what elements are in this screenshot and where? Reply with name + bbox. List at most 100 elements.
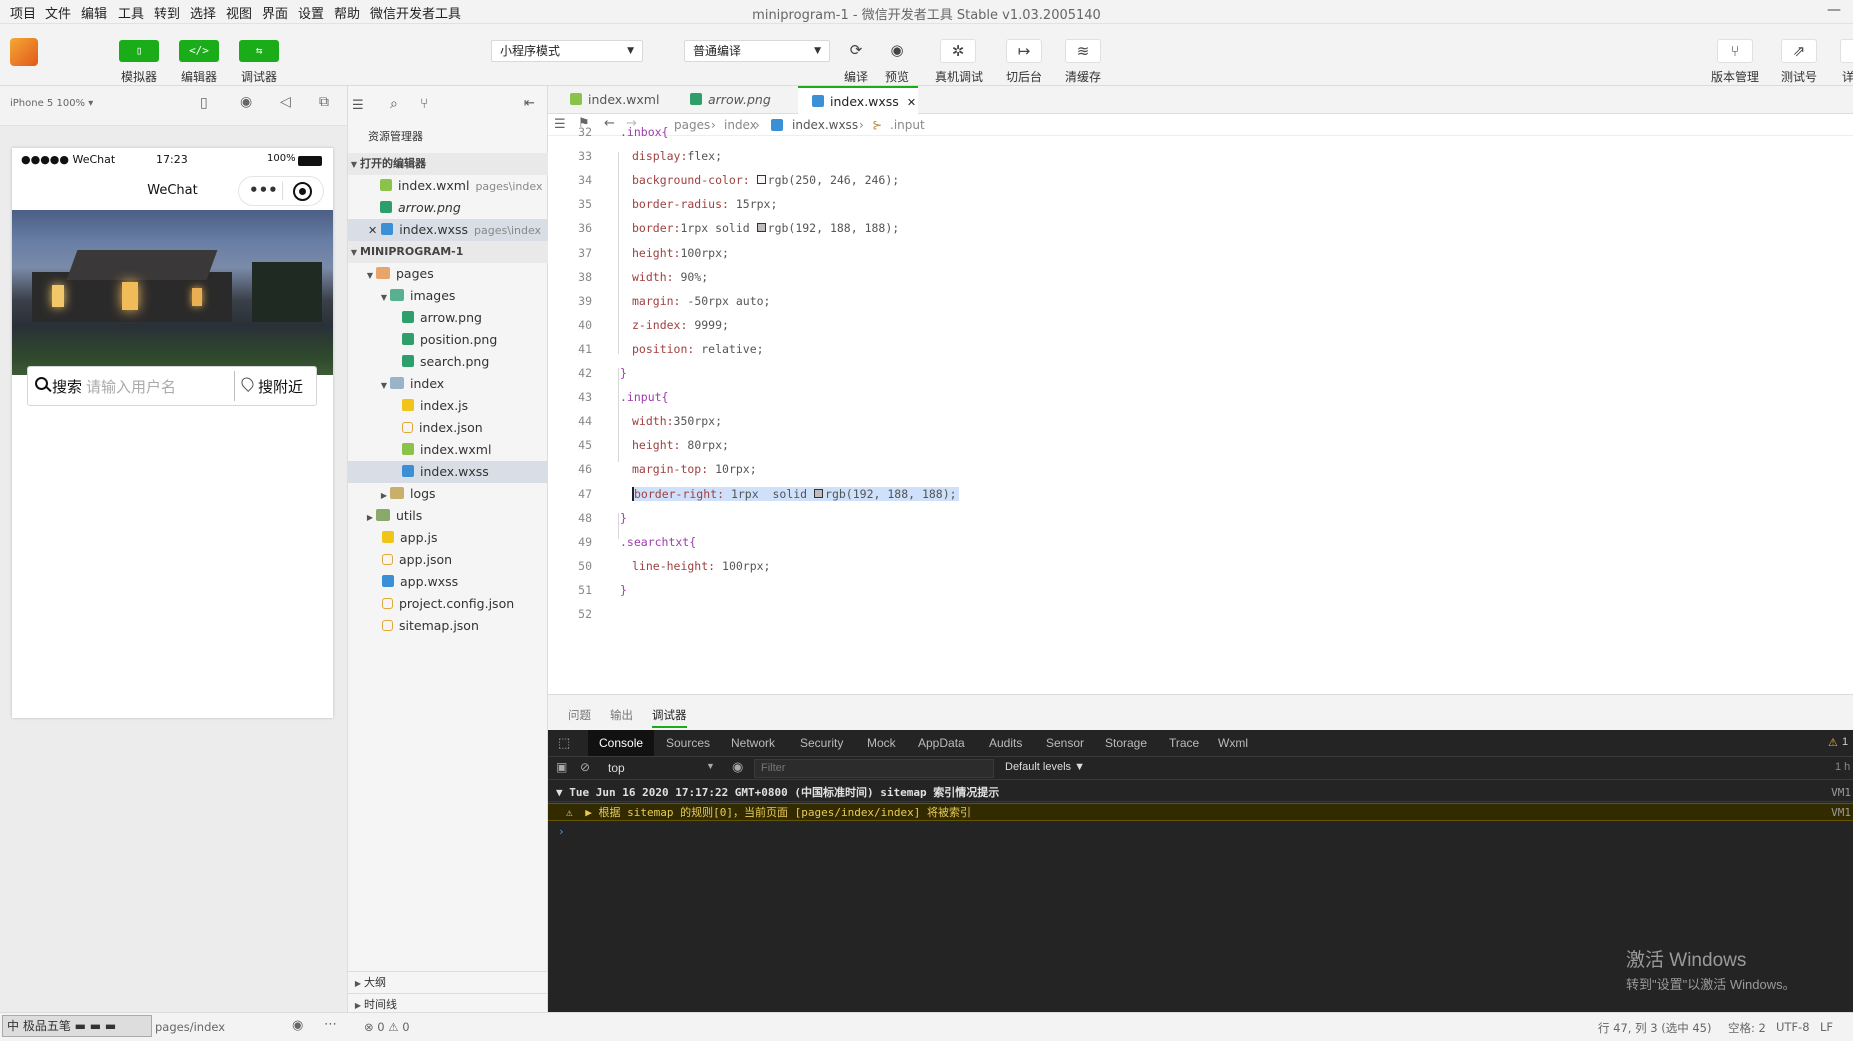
code-line[interactable]: 44 width:350rpx; [548, 414, 1853, 432]
code-line[interactable]: 37 height:100rpx; [548, 246, 1853, 264]
devtools-tab-wxml[interactable]: Wxml [1218, 730, 1248, 756]
search-input[interactable]: 请输入用户名 [86, 376, 176, 397]
close-target-icon[interactable] [293, 182, 312, 201]
warning-icon[interactable]: ⚠ [1828, 736, 1838, 749]
devtools-tab-mock[interactable]: Mock [867, 730, 896, 756]
devtools-tab-storage[interactable]: Storage [1105, 730, 1147, 756]
devtools-tab-sensor[interactable]: Sensor [1046, 730, 1084, 756]
user-avatar[interactable] [10, 38, 38, 66]
tree-file[interactable]: index.js [348, 395, 548, 417]
devtools-tab-security[interactable]: Security [800, 730, 843, 756]
eye-icon[interactable]: ◉ [292, 1018, 303, 1033]
tree-file[interactable]: position.png [348, 329, 548, 351]
tab-arrow-png[interactable]: arrow.png [678, 86, 788, 114]
devtools-tab-network[interactable]: Network [731, 730, 775, 756]
window-icon[interactable]: ⧉ [319, 94, 329, 110]
close-icon[interactable]: ✕ [907, 96, 916, 109]
code-line[interactable]: 39 margin: -50rpx auto; [548, 294, 1853, 312]
console-group-header[interactable]: ▼ Tue Jun 16 2020 17:17:22 GMT+0800 (中国标… [548, 784, 1853, 802]
tree-file[interactable]: arrow.png [348, 307, 548, 329]
background-button[interactable]: ↦ [1006, 39, 1042, 63]
test-account-button[interactable]: ⇗ [1781, 39, 1817, 63]
code-line[interactable]: 33 display:flex; [548, 149, 1853, 167]
code-line[interactable]: 40 z-index: 9999; [548, 318, 1853, 336]
line-ending[interactable]: LF [1820, 1020, 1833, 1034]
remote-debug-button[interactable]: ✲ [940, 39, 976, 63]
tab-index-wxml[interactable]: index.wxml [558, 86, 668, 114]
list-icon[interactable]: ☰ [352, 98, 364, 113]
clear-cache-button[interactable]: ≋ [1065, 39, 1101, 63]
list-item[interactable]: index.wxml pages\index [348, 175, 548, 197]
device-select[interactable]: iPhone 5 100% ▾ [10, 98, 93, 109]
tree-file[interactable]: app.json [348, 549, 548, 571]
code-line[interactable]: 35 border-radius: 15rpx; [548, 197, 1853, 215]
tree-folder-images[interactable]: ▼ images [348, 285, 548, 307]
cursor-position[interactable]: 行 47, 列 3 (选中 45) [1598, 1020, 1712, 1036]
search-icon[interactable]: ⌕ [390, 96, 398, 112]
problems-count[interactable]: ⊗ 0 ⚠ 0 [364, 1020, 410, 1034]
tree-file[interactable]: project.config.json [348, 593, 548, 615]
phone-icon[interactable]: ▯ [200, 95, 208, 111]
sidebar-toggle-icon[interactable]: ▣ [556, 760, 567, 774]
compile-button[interactable]: ⟳ [838, 39, 874, 63]
tree-file[interactable]: index.json [348, 417, 548, 439]
tab-index-wxss[interactable]: index.wxss ✕ [798, 86, 918, 114]
console-prompt[interactable]: › [548, 823, 1853, 841]
devtools-tab-console[interactable]: Console [588, 730, 655, 756]
devtools-tab-audits[interactable]: Audits [989, 730, 1022, 756]
source-link[interactable]: VM1 [1831, 804, 1851, 822]
devtools-tab-sources[interactable]: Sources [666, 730, 710, 756]
code-line[interactable]: 51} [548, 583, 1853, 601]
tree-file[interactable]: index.wxml [348, 439, 548, 461]
volume-icon[interactable]: ◁ [280, 94, 291, 110]
code-editor[interactable]: 32 .inbox{33 display:flex; 34 background-col… [548, 125, 1853, 694]
tab-problems[interactable]: 问题 [568, 707, 591, 723]
inspect-element-icon[interactable]: ⬚ [558, 735, 570, 751]
record-icon[interactable]: ◉ [240, 94, 252, 110]
source-control-icon[interactable]: ⑂ [420, 96, 428, 112]
tree-file[interactable]: app.js [348, 527, 548, 549]
tree-file[interactable]: search.png [348, 351, 548, 373]
devtools-tab-appdata[interactable]: AppData [918, 730, 965, 756]
code-line[interactable]: 34 background-color: rgb(250, 246, 246); [548, 173, 1853, 191]
debugger-toggle-button[interactable]: ⇆ [239, 40, 279, 62]
devtools-tab-trace[interactable]: Trace [1169, 730, 1199, 756]
code-line[interactable]: 52 [548, 607, 1853, 625]
collapse-panel-icon[interactable]: ⇤ [524, 96, 535, 111]
color-swatch-icon[interactable] [814, 488, 824, 498]
code-line[interactable]: 50 line-height: 100rpx; [548, 559, 1853, 577]
code-line[interactable]: 42} [548, 366, 1853, 384]
list-item[interactable]: ✕ index.wxss pages\index [348, 219, 548, 241]
preview-button[interactable]: ◉ [879, 39, 915, 63]
tree-folder-logs[interactable]: ▶ logs [348, 483, 548, 505]
code-line[interactable]: 47 border-right: 1rpx solid rgb(192, 188,… [548, 486, 1853, 505]
clear-console-icon[interactable]: ⊘ [580, 760, 590, 774]
file-encoding[interactable]: UTF-8 [1776, 1020, 1810, 1034]
close-icon[interactable]: ✕ [368, 224, 377, 237]
context-select[interactable]: top [608, 761, 718, 775]
outline-section[interactable]: ▶ 大纲 [348, 971, 548, 993]
tree-file[interactable]: sitemap.json [348, 615, 548, 637]
details-button[interactable] [1840, 39, 1853, 63]
simulator-toggle-button[interactable]: ▯ [119, 40, 159, 62]
tree-folder-utils[interactable]: ▶ utils [348, 505, 548, 527]
color-swatch-icon[interactable] [756, 175, 766, 185]
more-icon[interactable]: ⋯ [324, 1017, 337, 1032]
compile-mode-select[interactable]: 普通编译 ▼ [684, 40, 830, 62]
code-line[interactable]: 49 .searchtxt{ [548, 535, 1853, 553]
code-line[interactable]: 43 .input{ [548, 390, 1853, 408]
more-icon[interactable]: ••• [249, 181, 278, 199]
filter-input[interactable]: Filter [754, 759, 994, 778]
mode-select[interactable]: 小程序模式 ▼ [491, 40, 643, 62]
indent-spaces[interactable]: 空格: 2 [1728, 1020, 1766, 1036]
tree-folder-index[interactable]: ▼ index [348, 373, 548, 395]
page-path[interactable]: pages/index [155, 1020, 225, 1034]
tree-folder-pages[interactable]: ▼ pages [348, 263, 548, 285]
tab-output[interactable]: 输出 [610, 707, 633, 723]
log-levels-select[interactable]: Default levels ▼ [1005, 761, 1085, 773]
open-editors-section[interactable]: ▼ 打开的编辑器 [348, 153, 548, 175]
capsule-menu[interactable]: ••• [238, 176, 324, 206]
code-line[interactable]: 46 margin-top: 10rpx; [548, 462, 1853, 480]
color-swatch-icon[interactable] [756, 223, 766, 233]
code-line[interactable]: 45 height: 80rpx; [548, 438, 1853, 456]
